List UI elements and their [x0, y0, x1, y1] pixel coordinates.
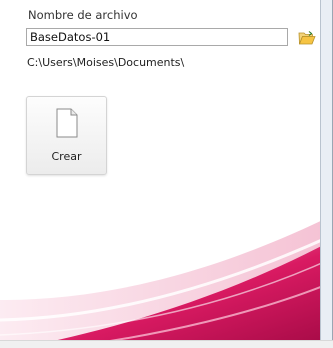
new-database-panel: Nombre de archivo C:\Users\Moises\Docume… — [0, 0, 333, 348]
open-folder-icon — [298, 31, 316, 45]
create-button-label: Crear — [51, 150, 82, 163]
browse-folder-button[interactable] — [296, 28, 318, 48]
create-button[interactable]: Crear — [26, 96, 107, 175]
blank-document-icon — [56, 108, 78, 138]
filename-input[interactable] — [26, 28, 288, 46]
filename-label: Nombre de archivo — [28, 8, 138, 22]
window-right-frame — [320, 0, 333, 348]
file-path: C:\Users\Moises\Documents\ — [27, 56, 185, 69]
window-bottom-frame — [0, 340, 333, 348]
